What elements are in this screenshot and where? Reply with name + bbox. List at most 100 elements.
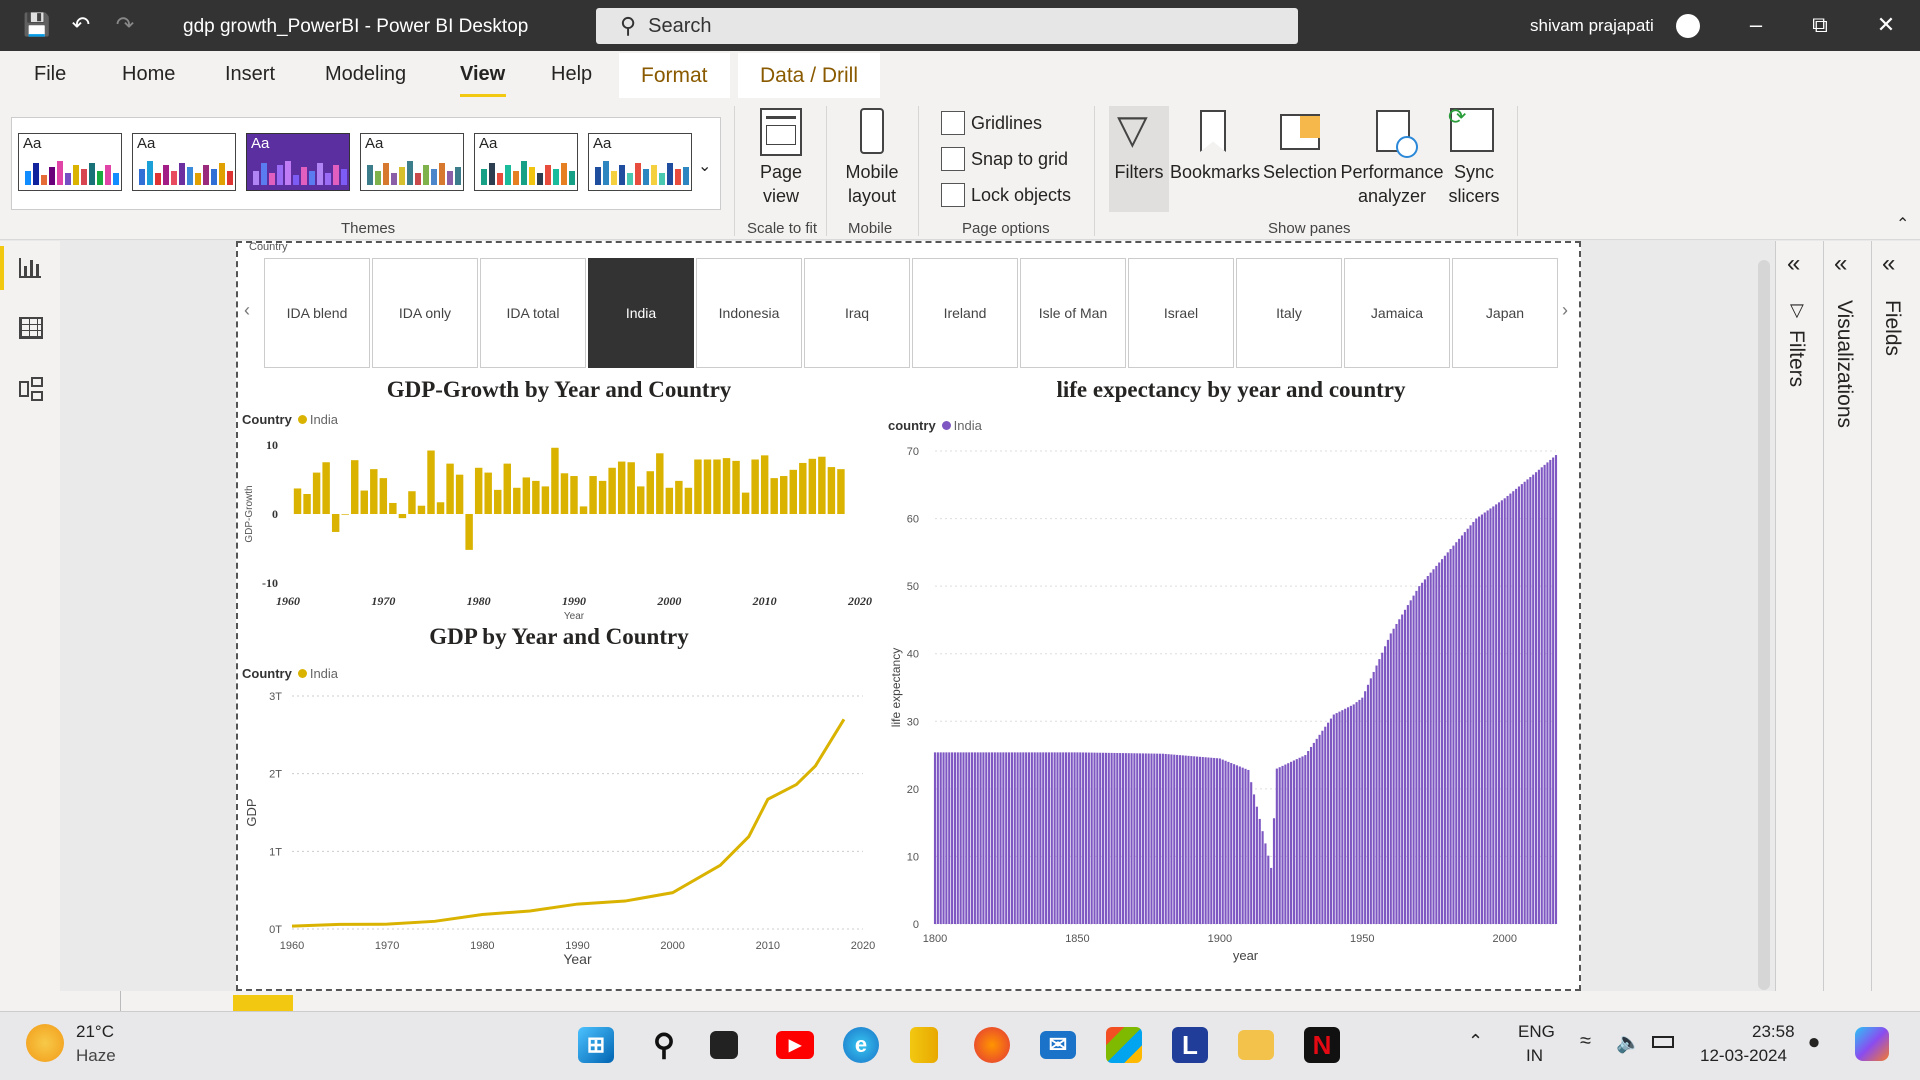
menu-modeling[interactable]: Modeling: [325, 63, 406, 86]
user-name[interactable]: shivam prajapati: [1530, 16, 1654, 36]
search-input[interactable]: ⚲ Search: [596, 8, 1298, 44]
fields-pane-tab[interactable]: Fields: [1880, 300, 1904, 356]
gdp-visual[interactable]: GDP by Year and Country Country India 3T 2…: [238, 624, 880, 966]
slicer-item[interactable]: Japan: [1452, 258, 1558, 368]
menu-view[interactable]: View: [460, 63, 505, 86]
search-taskbar-icon[interactable]: ⚲: [646, 1027, 682, 1063]
battery-icon[interactable]: [1652, 1036, 1674, 1048]
slicer-item[interactable]: Indonesia: [696, 258, 802, 368]
bar: [945, 752, 948, 924]
mail-icon[interactable]: ✉: [1040, 1031, 1076, 1059]
visualizations-pane-tab[interactable]: Visualizations: [1832, 300, 1856, 428]
slicer-item[interactable]: IDA blend: [264, 258, 370, 368]
x-tick-label: 1980: [470, 940, 494, 952]
copilot-icon[interactable]: [1855, 1027, 1889, 1061]
theme-option-selected[interactable]: Aa: [246, 133, 350, 191]
menu-insert[interactable]: Insert: [225, 63, 275, 86]
bar: [1102, 752, 1105, 924]
filters-pane-tab[interactable]: Filters: [1784, 330, 1808, 387]
firefox-icon[interactable]: [974, 1027, 1010, 1063]
bar: [1517, 486, 1521, 924]
powerbi-icon[interactable]: [910, 1027, 938, 1063]
selection-button[interactable]: Selection: [1262, 160, 1338, 184]
menu-home[interactable]: Home: [122, 63, 175, 86]
slicer-item[interactable]: IDA total: [480, 258, 586, 368]
theme-option[interactable]: Aa: [474, 133, 578, 191]
slicer-prev-icon[interactable]: ‹: [244, 300, 250, 321]
gdp-chart: 3T2T1T0T1960 1970 1980 1990 2000 2010 2020Year…: [244, 691, 875, 966]
menu-help[interactable]: Help: [551, 63, 592, 86]
filters-button[interactable]: Filters: [1109, 160, 1169, 184]
slicer-next-icon[interactable]: ›: [1562, 300, 1568, 321]
chevron-down-icon[interactable]: ⌄: [698, 156, 711, 176]
table-view-icon[interactable]: [19, 317, 43, 339]
lock-objects-checkbox[interactable]: [941, 183, 965, 207]
bar: [1327, 722, 1330, 924]
chevron-up-icon[interactable]: ⌃: [1468, 1031, 1483, 1052]
collapse-filters-icon[interactable]: «: [1787, 250, 1800, 278]
slicer-item[interactable]: Ireland: [912, 258, 1018, 368]
slicer-item[interactable]: India: [588, 258, 694, 368]
l-app-icon[interactable]: L: [1172, 1027, 1208, 1063]
bar: [1321, 730, 1324, 924]
undo-icon[interactable]: ↶: [66, 10, 96, 40]
snap-to-grid-checkbox[interactable]: [941, 147, 965, 171]
slicer-item[interactable]: Jamaica: [1344, 258, 1450, 368]
start-icon[interactable]: ⊞: [578, 1027, 614, 1063]
minimize-icon[interactable]: –: [1736, 12, 1776, 38]
canvas-scrollbar[interactable]: [1758, 260, 1770, 990]
netflix-icon[interactable]: N: [1304, 1027, 1340, 1063]
bookmarks-button[interactable]: Bookmarks: [1170, 160, 1260, 184]
slicer-item[interactable]: Iraq: [804, 258, 910, 368]
theme-option[interactable]: Aa: [360, 133, 464, 191]
menu-file[interactable]: File: [34, 63, 66, 86]
slicer-item[interactable]: Italy: [1236, 258, 1342, 368]
slicer-item[interactable]: Isle of Man: [1020, 258, 1126, 368]
volume-icon[interactable]: 🔈: [1616, 1030, 1641, 1055]
tab-format[interactable]: Format: [619, 53, 730, 98]
tab-data-drill[interactable]: Data / Drill: [738, 53, 881, 98]
edge-icon[interactable]: e: [843, 1027, 879, 1063]
close-icon[interactable]: ✕: [1866, 12, 1906, 38]
youtube-icon[interactable]: ▶: [776, 1031, 814, 1059]
bar: [1033, 752, 1036, 924]
page-tab-active[interactable]: [233, 995, 293, 1011]
y-axis-title: GDP-Growth: [244, 485, 255, 542]
bar: [1455, 542, 1458, 924]
slicer-item[interactable]: Israel: [1128, 258, 1234, 368]
restore-icon[interactable]: ⧉: [1800, 12, 1840, 38]
task-view-icon[interactable]: [710, 1031, 738, 1059]
gdp-growth-visual[interactable]: GDP-Growth by Year and Country Country In…: [238, 375, 880, 620]
bar: [1486, 510, 1489, 924]
model-view-icon[interactable]: [19, 377, 43, 401]
wifi-icon[interactable]: ≈: [1580, 1030, 1591, 1053]
weather-icon[interactable]: [26, 1024, 64, 1062]
bar: [1529, 477, 1532, 924]
theme-option[interactable]: Aa: [18, 133, 122, 191]
collapse-visualizations-icon[interactable]: «: [1834, 250, 1847, 278]
mobile-layout-button[interactable]: Mobile layout: [840, 160, 904, 208]
bar: [408, 491, 416, 514]
bar: [598, 480, 607, 514]
report-view-icon[interactable]: [19, 258, 41, 278]
avatar[interactable]: [1676, 14, 1700, 38]
collapse-fields-icon[interactable]: «: [1882, 250, 1895, 278]
theme-option[interactable]: Aa: [132, 133, 236, 191]
bar: [1406, 605, 1409, 924]
sync-slicers-button[interactable]: Sync slicers: [1446, 160, 1502, 208]
store-icon[interactable]: [1106, 1027, 1142, 1063]
theme-option[interactable]: Aa: [588, 133, 692, 191]
save-icon[interactable]: 💾: [22, 10, 52, 40]
slicer-item[interactable]: IDA only: [372, 258, 478, 368]
life-expectancy-visual[interactable]: life expectancy by year and country coun…: [884, 375, 1578, 966]
gridlines-checkbox[interactable]: [941, 111, 965, 135]
page-view-button[interactable]: Page view: [752, 160, 810, 208]
file-explorer-icon[interactable]: [1238, 1030, 1274, 1060]
redo-icon[interactable]: ↷: [110, 10, 140, 40]
bar: [1076, 752, 1079, 924]
collapse-ribbon-icon[interactable]: ⌃: [1896, 214, 1909, 234]
notification-bell-icon[interactable]: ⏺: [1809, 1032, 1819, 1055]
sync-slicers-icon: ⟳: [1448, 106, 1494, 152]
performance-analyzer-button[interactable]: Performance analyzer: [1340, 160, 1444, 208]
weather-desc: Haze: [76, 1046, 116, 1065]
